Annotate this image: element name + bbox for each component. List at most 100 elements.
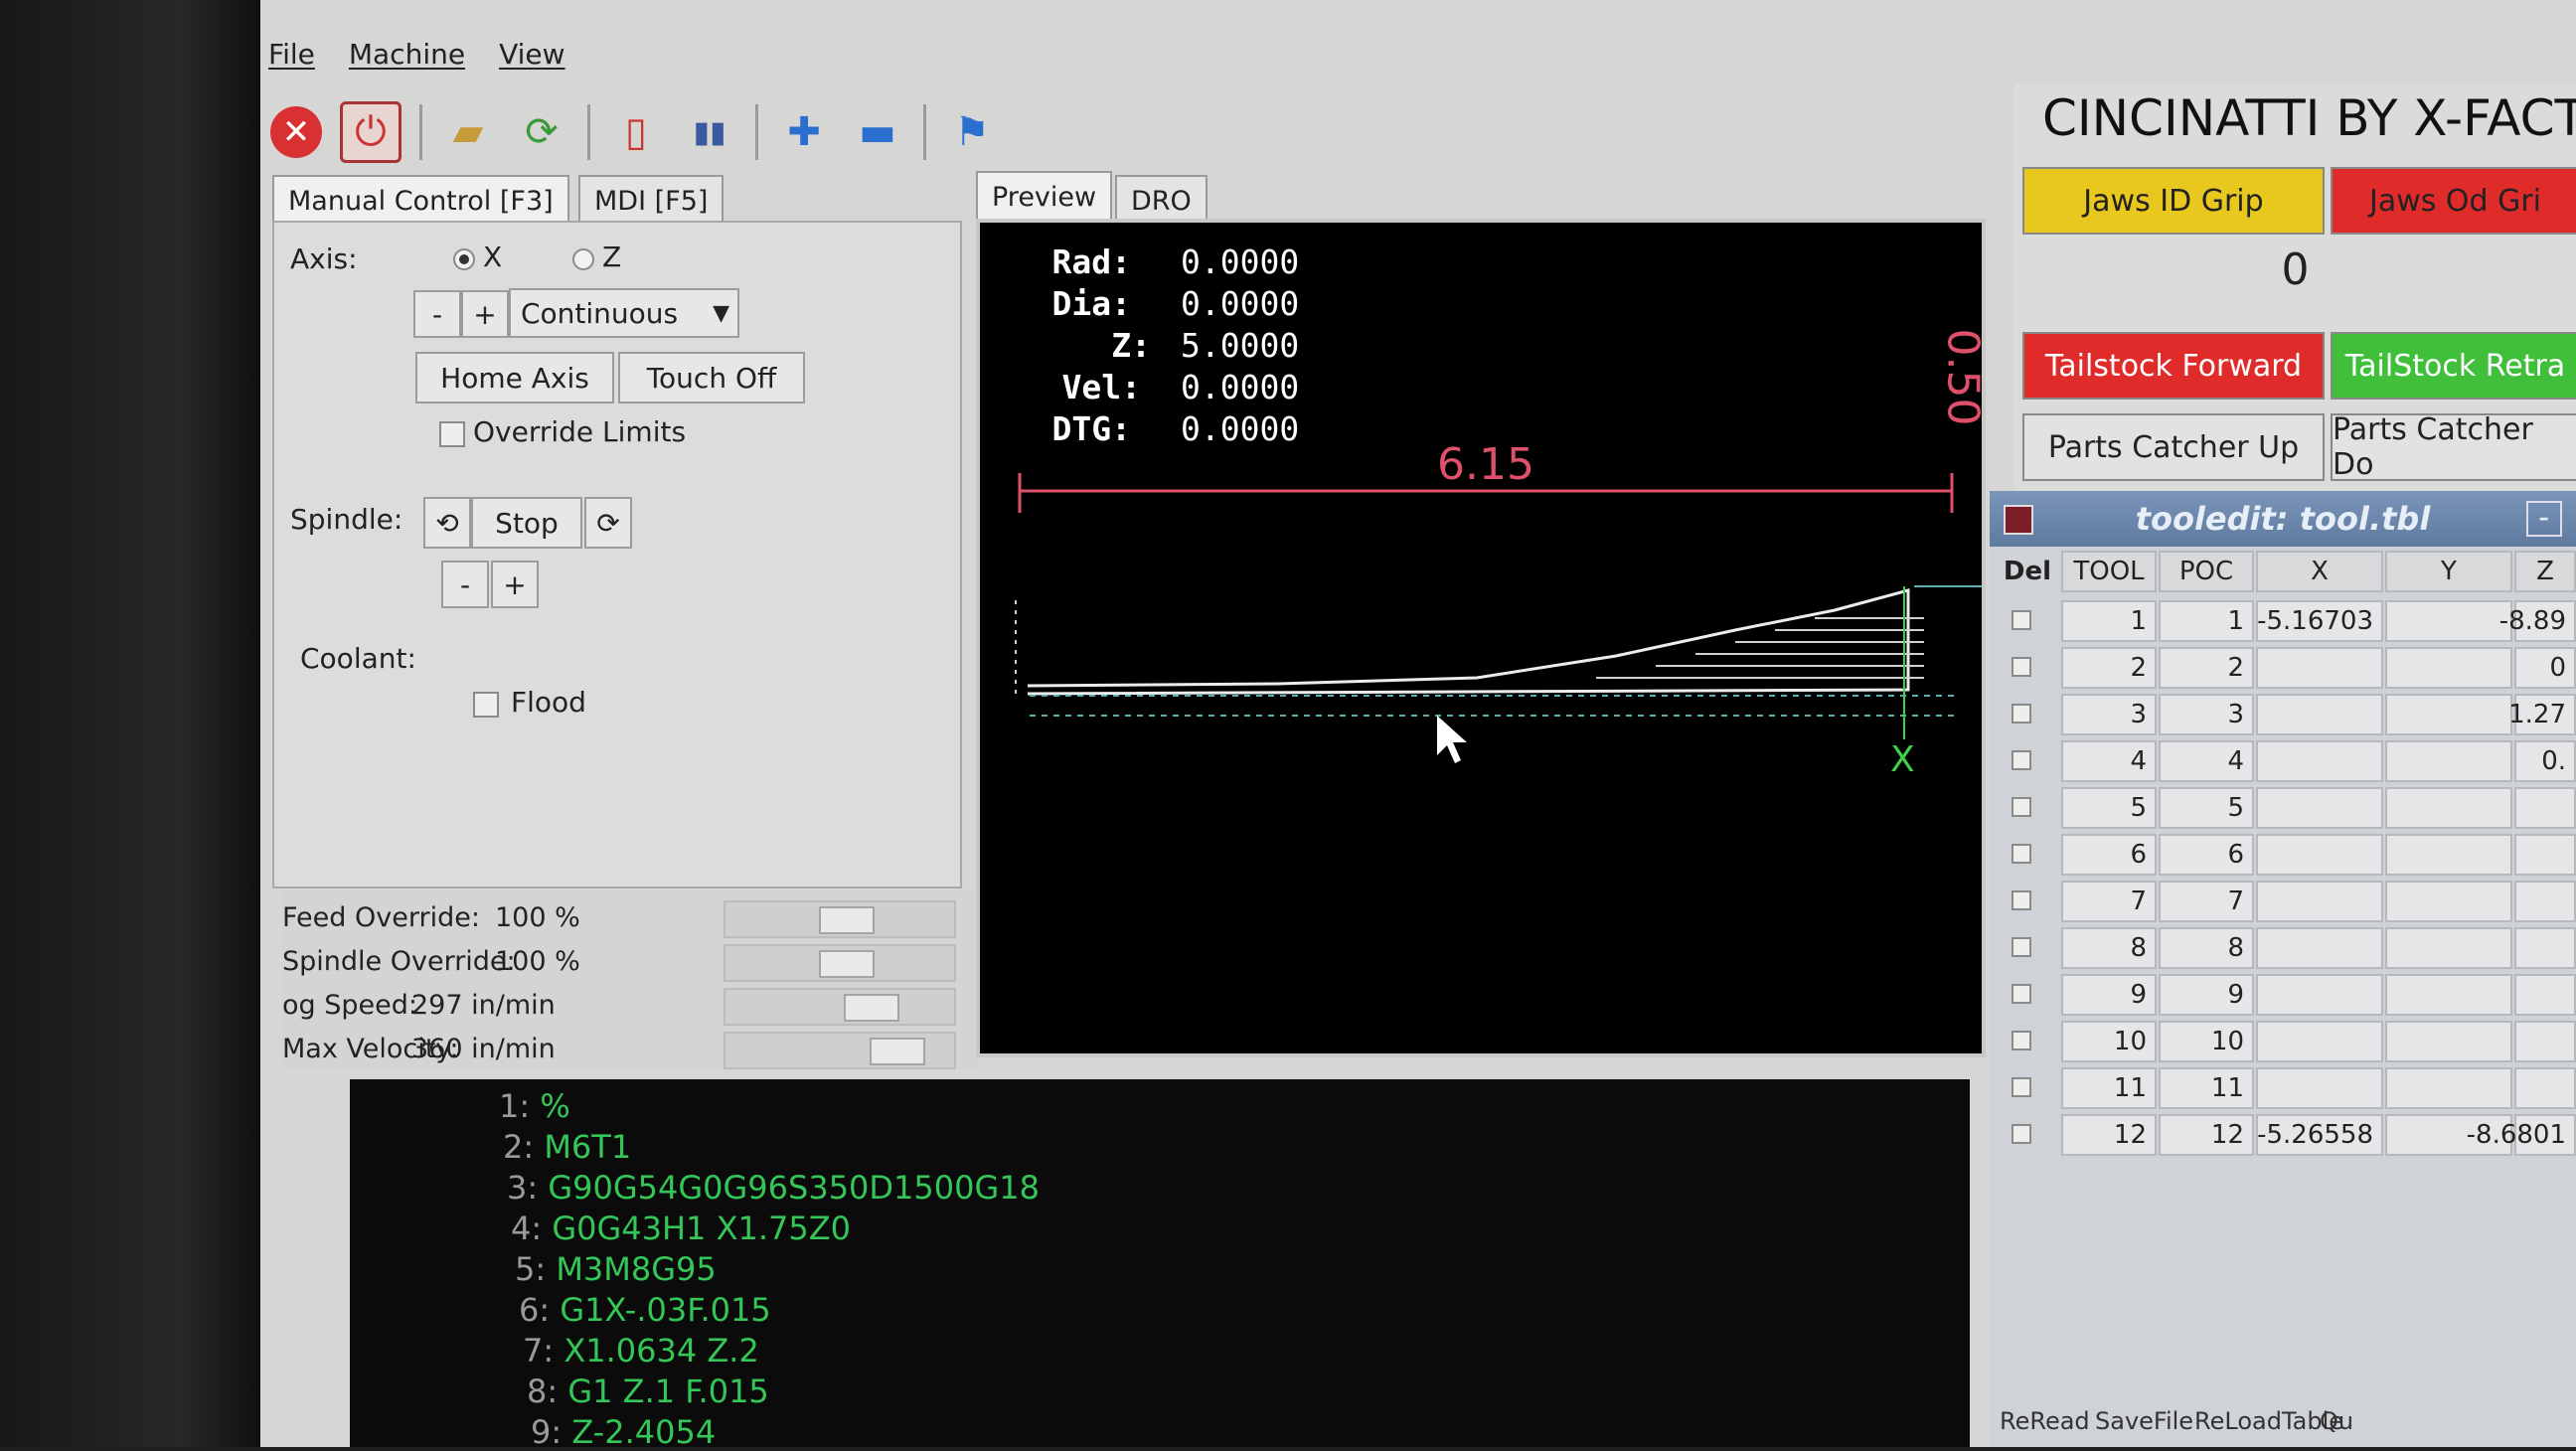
jog-plus-button[interactable]: + bbox=[461, 290, 509, 338]
tool-table-cell[interactable]: 4 bbox=[2061, 740, 2157, 782]
override-slider[interactable] bbox=[724, 900, 956, 938]
tool-table-cell[interactable] bbox=[2514, 881, 2576, 922]
jaws-id-grip-button[interactable]: Jaws ID Grip bbox=[2022, 167, 2325, 235]
tool-table-cell[interactable]: -5.16703 bbox=[2256, 600, 2383, 642]
spindle-cw-icon[interactable]: ⟳ bbox=[584, 497, 632, 549]
column-header[interactable]: TOOL bbox=[2061, 551, 2157, 592]
window-menu-icon[interactable] bbox=[2004, 505, 2033, 535]
tooledit-footer-button[interactable]: Qu bbox=[2320, 1407, 2353, 1435]
delete-row-checkbox[interactable] bbox=[2012, 1077, 2031, 1097]
tool-table-cell[interactable] bbox=[2514, 834, 2576, 876]
delete-row-checkbox[interactable] bbox=[2012, 937, 2031, 957]
delete-row-checkbox[interactable] bbox=[2012, 1031, 2031, 1050]
slider-thumb[interactable] bbox=[819, 950, 875, 978]
menu-machine[interactable]: Machine bbox=[349, 38, 465, 71]
m1-icon[interactable]: ▮▮ bbox=[682, 104, 737, 160]
delete-row-checkbox[interactable] bbox=[2012, 984, 2031, 1004]
tool-table-cell[interactable] bbox=[2256, 974, 2383, 1016]
jog-minus-button[interactable]: - bbox=[413, 290, 461, 338]
gcode-line[interactable]: 8: G1 Z.1 F.015 bbox=[527, 1372, 769, 1410]
tool-table-cell[interactable] bbox=[2514, 1021, 2576, 1062]
tab-mdi[interactable]: MDI [F5] bbox=[578, 175, 724, 225]
axis-z-radio[interactable] bbox=[572, 248, 594, 270]
tool-table-cell[interactable]: 7 bbox=[2159, 881, 2254, 922]
spindle-ccw-icon[interactable]: ⟲ bbox=[423, 497, 471, 549]
tool-table-cell[interactable] bbox=[2385, 787, 2512, 829]
tab-manual-control[interactable]: Manual Control [F3] bbox=[272, 175, 569, 225]
tool-table-cell[interactable]: -5.26558 bbox=[2256, 1114, 2383, 1156]
touch-off-button[interactable]: Touch Off bbox=[618, 352, 805, 403]
gcode-line[interactable]: 1: % bbox=[499, 1087, 570, 1125]
tool-table-cell[interactable] bbox=[2256, 834, 2383, 876]
minimize-icon[interactable]: – bbox=[2526, 501, 2562, 537]
tool-table-cell[interactable]: 12 bbox=[2061, 1114, 2157, 1156]
tooledit-footer-button[interactable]: SaveFile bbox=[2095, 1407, 2193, 1435]
tab-preview[interactable]: Preview bbox=[976, 171, 1113, 221]
tool-table-cell[interactable] bbox=[2514, 974, 2576, 1016]
gcode-line[interactable]: 2: M6T1 bbox=[503, 1128, 631, 1166]
tool-table-cell[interactable] bbox=[2256, 694, 2383, 735]
tool-table-cell[interactable]: 10 bbox=[2061, 1021, 2157, 1062]
tool-table-cell[interactable] bbox=[2256, 647, 2383, 689]
tool-table-cell[interactable] bbox=[2256, 881, 2383, 922]
tailstock-forward-button[interactable]: Tailstock Forward bbox=[2022, 332, 2325, 400]
tool-table-cell[interactable] bbox=[2514, 787, 2576, 829]
tool-table-cell[interactable]: 11 bbox=[2061, 1067, 2157, 1109]
override-slider[interactable] bbox=[724, 944, 956, 982]
run-icon[interactable]: ▯ bbox=[608, 104, 664, 160]
tool-table-cell[interactable] bbox=[2256, 740, 2383, 782]
menu-view[interactable]: View bbox=[499, 38, 564, 71]
tooledit-footer-button[interactable]: ReRead bbox=[2000, 1407, 2090, 1435]
tool-table-cell[interactable] bbox=[2385, 647, 2512, 689]
tool-table-cell[interactable]: 9 bbox=[2061, 974, 2157, 1016]
column-header[interactable]: POC bbox=[2159, 551, 2254, 592]
reload-icon[interactable]: ⟳ bbox=[514, 104, 569, 160]
tool-table-cell[interactable]: 0. bbox=[2514, 740, 2576, 782]
tool-table-cell[interactable] bbox=[2514, 927, 2576, 969]
tool-table-cell[interactable]: 10 bbox=[2159, 1021, 2254, 1062]
tool-table-cell[interactable]: 1 bbox=[2159, 600, 2254, 642]
menu-file[interactable]: File bbox=[268, 38, 315, 71]
clear-icon[interactable]: ⚑ bbox=[944, 104, 1000, 160]
tool-table-cell[interactable]: 3 bbox=[2061, 694, 2157, 735]
spindle-stop-button[interactable]: Stop bbox=[471, 497, 582, 549]
jaws-od-grip-button[interactable]: Jaws Od Gri bbox=[2331, 167, 2576, 235]
gcode-line[interactable]: 5: M3M8G95 bbox=[515, 1250, 717, 1288]
home-axis-button[interactable]: Home Axis bbox=[415, 352, 614, 403]
parts-catcher-up-button[interactable]: Parts Catcher Up bbox=[2022, 413, 2325, 481]
delete-row-checkbox[interactable] bbox=[2012, 610, 2031, 630]
tool-table-cell[interactable] bbox=[2385, 1067, 2512, 1109]
spindle-faster-button[interactable]: + bbox=[491, 561, 539, 608]
tool-table-cell[interactable] bbox=[2385, 834, 2512, 876]
tool-table-cell[interactable]: 2 bbox=[2159, 647, 2254, 689]
tool-table-cell[interactable]: 1 bbox=[2061, 600, 2157, 642]
tool-table-cell[interactable]: -8.6801 bbox=[2467, 1114, 2576, 1156]
delete-row-checkbox[interactable] bbox=[2012, 750, 2031, 770]
override-slider[interactable] bbox=[724, 1032, 956, 1069]
column-header[interactable]: Del bbox=[1996, 551, 2059, 592]
slider-thumb[interactable] bbox=[870, 1038, 925, 1065]
tool-table-cell[interactable] bbox=[2385, 694, 2512, 735]
delete-row-checkbox[interactable] bbox=[2012, 844, 2031, 864]
tool-table-cell[interactable]: 6 bbox=[2061, 834, 2157, 876]
axis-x-radio[interactable] bbox=[453, 248, 475, 270]
delete-row-checkbox[interactable] bbox=[2012, 890, 2031, 910]
tool-table-cell[interactable]: 0 bbox=[2514, 647, 2576, 689]
tab-dro[interactable]: DRO bbox=[1115, 175, 1208, 225]
tool-table-cell[interactable] bbox=[2385, 927, 2512, 969]
tool-table-cell[interactable]: 5 bbox=[2061, 787, 2157, 829]
tool-table-cell[interactable]: 5 bbox=[2159, 787, 2254, 829]
power-icon[interactable]: ⏻ bbox=[340, 101, 402, 163]
tool-table-cell[interactable]: 8 bbox=[2159, 927, 2254, 969]
tool-table-cell[interactable]: 11 bbox=[2159, 1067, 2254, 1109]
tool-table-cell[interactable] bbox=[2385, 600, 2512, 642]
tool-table-cell[interactable] bbox=[2385, 881, 2512, 922]
parts-catcher-down-button[interactable]: Parts Catcher Do bbox=[2331, 412, 2576, 482]
gcode-line[interactable]: 7: X1.0634 Z.2 bbox=[523, 1332, 759, 1370]
slider-thumb[interactable] bbox=[819, 906, 875, 934]
tool-table-cell[interactable]: 7 bbox=[2061, 881, 2157, 922]
slider-thumb[interactable] bbox=[844, 994, 899, 1022]
column-header[interactable]: Z bbox=[2514, 551, 2576, 592]
tool-table-cell[interactable] bbox=[2514, 1067, 2576, 1109]
flood-checkbox[interactable] bbox=[473, 692, 499, 718]
